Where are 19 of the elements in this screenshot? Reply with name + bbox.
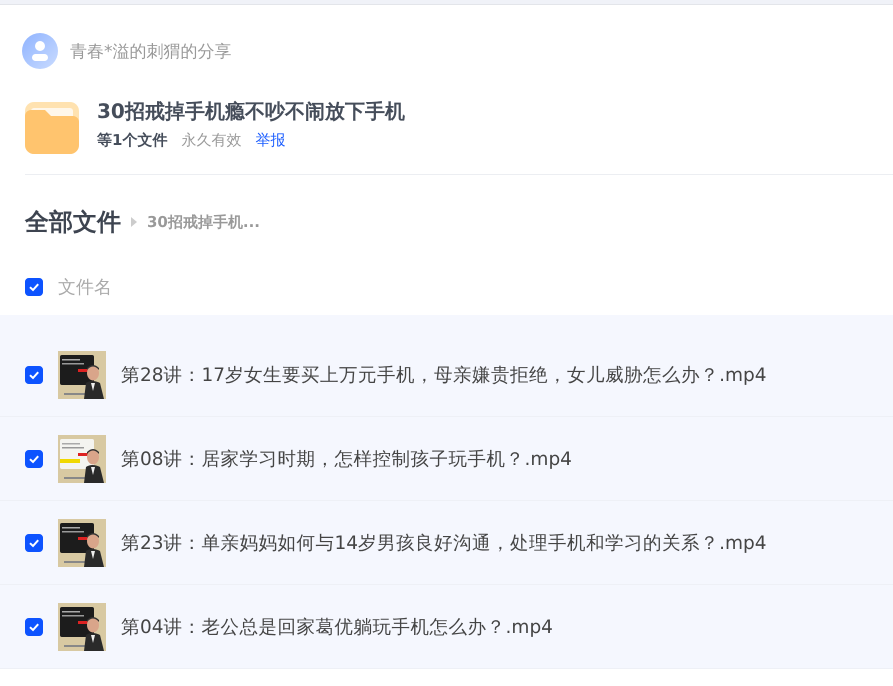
file-checkbox[interactable] — [25, 534, 43, 552]
file-name[interactable]: 第28讲：17岁女生要买上万元手机，母亲嫌贵拒绝，女儿威胁怎么办？.mp4 — [121, 362, 766, 387]
breadcrumb-root[interactable]: 全部文件 — [25, 206, 121, 238]
file-count: 等1个文件 — [97, 131, 168, 150]
folder-icon — [25, 102, 79, 154]
select-all-checkbox[interactable] — [25, 278, 43, 296]
report-link[interactable]: 举报 — [255, 131, 286, 150]
file-checkbox[interactable] — [25, 618, 43, 636]
column-header: 文件名 — [58, 276, 112, 299]
file-name[interactable]: 第23讲：单亲妈妈如何与14岁男孩良好沟通，处理手机和学习的关系？.mp4 — [121, 530, 766, 555]
file-name[interactable]: 第08讲：居家学习时期，怎样控制孩子玩手机？.mp4 — [121, 446, 572, 471]
validity-text: 永久有效 — [181, 131, 242, 150]
file-checkbox[interactable] — [25, 450, 43, 468]
share-title: 30招戒掉手机瘾不吵不闹放下手机 — [97, 98, 405, 125]
file-checkbox[interactable] — [25, 366, 43, 384]
breadcrumb-arrow-icon — [131, 217, 137, 227]
avatar-icon — [22, 33, 58, 69]
file-name[interactable]: 第04讲：老公总是回家葛优躺玩手机怎么办？.mp4 — [121, 614, 553, 639]
sharer-name: 青春*溢的刺猬的分享 — [70, 40, 232, 62]
